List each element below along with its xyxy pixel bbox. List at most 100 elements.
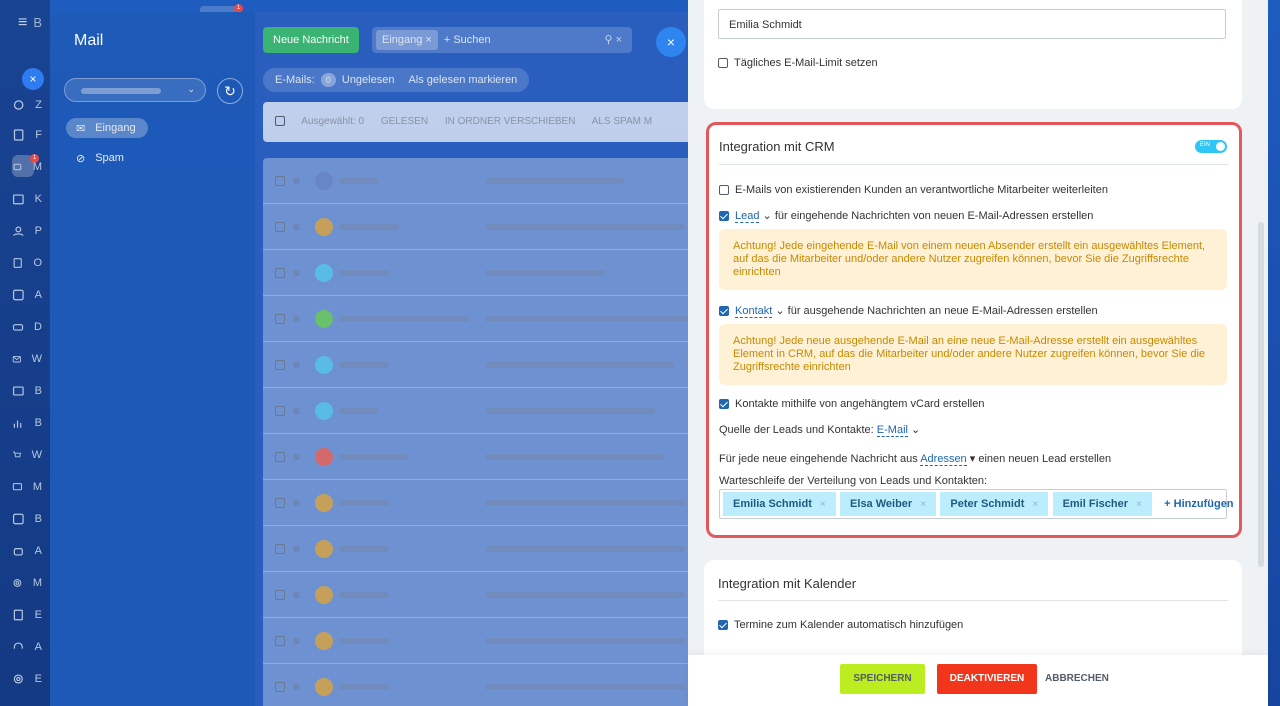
message-list: ≡ ≡ ≡ ≡ ≡ ≡ ≡ ≡ ≡ ≡ ≡ ≡ xyxy=(263,158,743,706)
rail-item-z[interactable]: Z xyxy=(12,94,42,116)
lead-dropdown[interactable]: Lead xyxy=(735,210,760,223)
contact-option[interactable]: Kontakt ⌄ für ausgehende Nachrichten an … xyxy=(719,304,1098,318)
daily-limit-checkbox[interactable] xyxy=(718,58,728,69)
rail-item-b3[interactable]: B xyxy=(12,508,42,530)
rail-item-d[interactable]: D xyxy=(12,316,42,338)
search-input[interactable]: Eingang × + Suchen ⚲ × xyxy=(372,27,632,53)
table-row[interactable]: ≡ xyxy=(263,388,743,434)
calendar-integration-card: Integration mit Kalender Termine zum Kal… xyxy=(704,560,1242,670)
close-slider-button[interactable]: × xyxy=(656,27,686,57)
mark-read-link[interactable]: Als gelesen markieren xyxy=(408,74,517,86)
table-row[interactable]: ≡ xyxy=(263,572,743,618)
cancel-button[interactable]: ABBRECHEN xyxy=(1045,664,1109,694)
contact-warning: Achtung! Jede neue ausgehende E-Mail an … xyxy=(719,324,1227,385)
ban-icon: ⊘ xyxy=(76,152,86,165)
deactivate-button[interactable]: DEAKTIVIEREN xyxy=(937,664,1037,694)
source-row: Quelle der Leads und Kontakte: E-Mail ⌄ xyxy=(719,424,921,437)
divider xyxy=(719,164,1229,165)
add-queue-button[interactable]: + Hinzufügen xyxy=(1164,492,1233,516)
forward-checkbox[interactable] xyxy=(719,185,729,196)
spam-action[interactable]: ALS SPAM M xyxy=(592,116,652,127)
calendar-auto-option[interactable]: Termine zum Kalender automatisch hinzufü… xyxy=(718,619,963,631)
queue-field[interactable]: Emilia Schmidt × Elsa Weiber × Peter Schmi… xyxy=(719,489,1234,519)
left-navigation-rail: ≡ B × 1 Z F M K P O A D W B B W M B A M E… xyxy=(0,0,50,706)
envelope-icon xyxy=(12,356,21,363)
lead-option[interactable]: Lead ⌄ für eingehende Nachrichten von ne… xyxy=(719,209,1093,223)
save-button[interactable]: SPEICHERN xyxy=(840,664,925,694)
rail-item-b[interactable]: B xyxy=(12,380,42,402)
queue-tag[interactable]: Elsa Weiber × xyxy=(840,492,937,516)
forward-option[interactable]: E-Mails von existierenden Kunden an vera… xyxy=(719,184,1108,196)
chat-icon xyxy=(13,163,22,171)
table-row[interactable]: ≡ xyxy=(263,204,743,250)
table-row[interactable]: ≡ xyxy=(263,526,743,572)
chevron-down-icon[interactable]: ⌄ xyxy=(775,305,784,317)
scrollbar[interactable] xyxy=(1258,222,1264,567)
table-row[interactable]: ≡ xyxy=(263,342,743,388)
calendar-section-title: Integration mit Kalender xyxy=(718,576,857,591)
close-icon[interactable]: × xyxy=(22,68,44,90)
table-row[interactable]: ≡ xyxy=(263,618,743,664)
lead-checkbox[interactable] xyxy=(719,211,729,222)
contact-dropdown[interactable]: Kontakt xyxy=(735,305,773,318)
read-action[interactable]: GELESEN xyxy=(381,116,428,127)
folder-inbox[interactable]: ✉ Eingang xyxy=(66,118,148,138)
rail-item-k[interactable]: K xyxy=(12,188,42,210)
rail-item-b2[interactable]: B xyxy=(12,412,42,434)
account-selector[interactable]: ⌄ xyxy=(64,78,206,102)
drive-icon xyxy=(12,324,24,331)
table-row[interactable]: ≡ xyxy=(263,296,743,342)
refresh-icon[interactable]: ↻ xyxy=(217,78,243,104)
daily-limit-option[interactable]: Tägliches E-Mail-Limit setzen xyxy=(718,57,878,69)
rail-item-m2[interactable]: M xyxy=(12,572,42,594)
rail-item-o[interactable]: O xyxy=(12,252,42,274)
calendar-checkbox[interactable] xyxy=(718,620,728,631)
rail-item-settings[interactable]: E xyxy=(12,668,42,690)
rail-item-m[interactable]: M xyxy=(12,476,42,498)
select-all-checkbox[interactable] xyxy=(275,116,285,127)
queue-tag[interactable]: Peter Schmidt × xyxy=(940,492,1049,516)
chevron-down-icon[interactable]: ⌄ xyxy=(911,424,920,436)
folder-spam[interactable]: ⊘ Spam xyxy=(66,148,136,168)
calendar-icon xyxy=(12,194,24,205)
rail-item-a3[interactable]: A xyxy=(12,636,42,658)
page-title: Mail xyxy=(74,32,104,49)
rail-item-a2[interactable]: A xyxy=(12,540,42,562)
lead-warning: Achtung! Jede eingehende E-Mail von eine… xyxy=(719,229,1227,290)
chevron-down-icon[interactable]: ⌄ xyxy=(763,210,772,222)
bar-chart-icon xyxy=(13,420,22,428)
vcard-option[interactable]: Kontakte mithilfe von angehängtem vCard … xyxy=(719,398,984,410)
table-row[interactable]: ≡ xyxy=(263,480,743,526)
remove-icon[interactable]: × xyxy=(1136,499,1142,510)
menu-icon[interactable]: ≡ B xyxy=(18,14,42,32)
caret-down-icon[interactable]: ▾ xyxy=(970,453,976,465)
rail-item-p[interactable]: P xyxy=(12,220,42,242)
rail-item-f[interactable]: F xyxy=(12,124,42,146)
source-dropdown[interactable]: E-Mail xyxy=(876,424,908,437)
rail-item-w2[interactable]: W xyxy=(12,444,42,466)
rail-item-mail[interactable]: M xyxy=(12,156,42,178)
remove-icon[interactable]: × xyxy=(1032,499,1038,510)
table-row[interactable]: ≡ xyxy=(263,158,743,204)
vcard-checkbox[interactable] xyxy=(719,399,729,410)
rail-item-e[interactable]: E xyxy=(12,604,42,626)
sender-name-field[interactable]: Emilia Schmidt xyxy=(718,9,1226,39)
move-action[interactable]: IN ORDNER VERSCHIEBEN xyxy=(445,116,576,127)
remove-icon[interactable]: × xyxy=(920,499,926,510)
grid-icon xyxy=(12,513,24,525)
robot-icon xyxy=(13,548,23,556)
addresses-dropdown[interactable]: Adressen xyxy=(920,453,967,466)
table-row[interactable]: ≡ xyxy=(263,664,743,706)
crm-toggle[interactable]: EIN xyxy=(1195,140,1227,153)
table-row[interactable]: ≡ xyxy=(263,250,743,296)
new-message-button[interactable]: Neue Nachricht xyxy=(263,27,359,53)
contact-checkbox[interactable] xyxy=(719,306,729,317)
filter-chip[interactable]: Eingang × xyxy=(376,30,438,50)
rail-item-w[interactable]: W xyxy=(12,348,42,370)
remove-icon[interactable]: × xyxy=(820,499,826,510)
search-icon[interactable]: ⚲ × xyxy=(604,27,622,53)
queue-tag[interactable]: Emilia Schmidt × xyxy=(723,492,836,516)
queue-tag[interactable]: Emil Fischer × xyxy=(1052,492,1152,516)
rail-item-a[interactable]: A xyxy=(12,284,42,306)
table-row[interactable]: ≡ xyxy=(263,434,743,480)
